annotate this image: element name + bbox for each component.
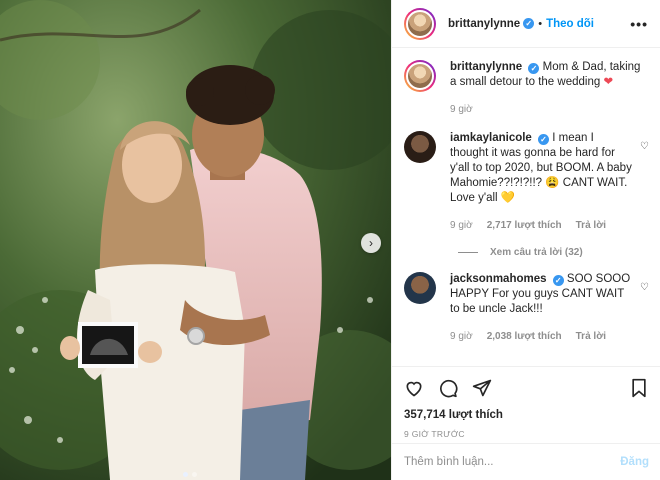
comment-icon[interactable]: [438, 378, 458, 398]
add-comment-bar: Đăng: [392, 443, 660, 480]
verified-badge-icon: ✓: [538, 134, 550, 145]
comment-item: iamkaylanicole ✓ I mean I thought it was…: [404, 131, 649, 233]
verified-badge-icon: ✓: [552, 275, 564, 286]
like-comment-heart-icon[interactable]: ♡: [640, 141, 649, 233]
commenter-avatar[interactable]: [404, 272, 436, 304]
post-actions: 357,714 lượt thích 9 GIỜ TRƯỚC: [392, 366, 660, 439]
comment-time: 9 giờ: [450, 220, 473, 231]
photo-illustration: [0, 0, 391, 480]
comment-likes[interactable]: 2,038 lượt thích: [487, 329, 562, 344]
chevron-right-icon: ›: [369, 236, 373, 250]
post-comment-button[interactable]: Đăng: [620, 456, 649, 468]
post-timestamp: 9 GIỜ TRƯỚC: [404, 429, 465, 439]
author-avatar[interactable]: [404, 7, 436, 40]
next-photo-button[interactable]: ›: [361, 233, 381, 253]
comment-time: 9 giờ: [450, 331, 473, 342]
share-send-icon[interactable]: [472, 378, 492, 398]
caption-heart-emoji: ❤: [603, 76, 614, 88]
reply-button[interactable]: Trả lời: [576, 218, 606, 233]
comments-list: brittanylynne ✓ Mom & Dad, taking a smal…: [392, 60, 660, 358]
follow-button[interactable]: Theo dõi: [546, 18, 594, 30]
like-heart-icon[interactable]: [404, 378, 424, 398]
replies-divider: [458, 252, 478, 253]
bookmark-icon[interactable]: [629, 378, 649, 398]
post-photo[interactable]: ›: [0, 0, 391, 480]
post-side-panel: brittanylynne ✓ • Theo dõi ••• brittanyl…: [391, 0, 660, 480]
like-comment-heart-icon[interactable]: ♡: [640, 282, 649, 344]
reply-button[interactable]: Trả lời: [576, 329, 606, 344]
view-replies-button[interactable]: Xem câu trả lời (32): [458, 247, 649, 258]
view-replies-label: Xem câu trả lời (32): [490, 247, 583, 258]
comment-username[interactable]: iamkaylanicole: [450, 132, 532, 144]
post-header: brittanylynne ✓ • Theo dõi •••: [392, 0, 660, 48]
verified-badge-icon: ✓: [528, 63, 540, 74]
caption-username[interactable]: brittanylynne: [450, 61, 522, 73]
commenter-avatar[interactable]: [404, 131, 436, 163]
post-like-count[interactable]: 357,714 lượt thích: [404, 409, 649, 421]
carousel-dot: [192, 472, 197, 477]
comment-username[interactable]: jacksonmahomes: [450, 273, 547, 285]
comment-input[interactable]: [404, 456, 621, 468]
more-options-icon[interactable]: •••: [630, 16, 648, 32]
author-username[interactable]: brittanylynne: [448, 18, 520, 30]
carousel-dots: [183, 472, 197, 477]
comment-likes[interactable]: 2,717 lượt thích: [487, 218, 562, 233]
separator-dot: •: [538, 17, 543, 30]
verified-badge-icon: ✓: [523, 18, 535, 29]
caption-avatar[interactable]: [404, 60, 436, 92]
caption: brittanylynne ✓ Mom & Dad, taking a smal…: [404, 60, 649, 117]
carousel-dot-active: [183, 472, 188, 477]
caption-time: 9 giờ: [450, 104, 473, 115]
comment-item: jacksonmahomes ✓ SOO SOOO HAPPY For you …: [404, 272, 649, 344]
